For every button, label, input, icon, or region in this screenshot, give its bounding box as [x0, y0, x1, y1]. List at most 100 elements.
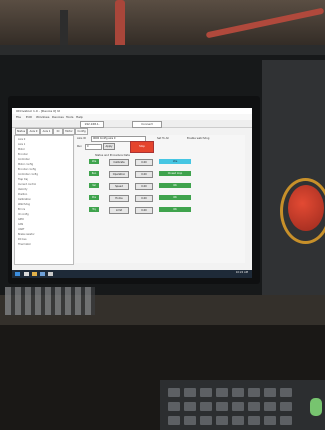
tab-status[interactable]: Status: [15, 128, 27, 135]
tree-item[interactable]: IO config: [18, 213, 29, 216]
taskbar: 10:24 AM: [12, 270, 252, 278]
app-icon[interactable]: [48, 272, 53, 276]
tree-item[interactable]: Controller config: [18, 173, 38, 176]
key[interactable]: [216, 416, 228, 425]
value-field: 0.00: [135, 159, 153, 166]
menu-help[interactable]: Help: [76, 115, 83, 119]
side-panel: [262, 60, 325, 295]
window-title: ODrivetool 1.0 - [Device 0] UI: [16, 109, 61, 113]
state-tag: Vel: [89, 183, 99, 188]
app-icon[interactable]: [40, 272, 45, 276]
menu-edit[interactable]: Edit: [26, 115, 32, 119]
tree-item[interactable]: Brake resistor: [18, 233, 35, 236]
key[interactable]: [280, 402, 292, 411]
connect-button[interactable]: Connect: [132, 121, 162, 128]
tab-io[interactable]: IO: [53, 128, 63, 135]
section-title: Status and Procedure Data: [95, 154, 130, 157]
home-button[interactable]: Home: [109, 195, 129, 202]
key[interactable]: [232, 402, 244, 411]
key[interactable]: [168, 416, 180, 425]
start-icon[interactable]: [15, 272, 20, 276]
tree-item[interactable]: DC bus: [18, 238, 27, 241]
value-field: 0.00: [135, 171, 153, 178]
tree-item[interactable]: Axis 1: [18, 143, 25, 146]
speed-button[interactable]: Speed: [109, 183, 129, 190]
key[interactable]: [216, 388, 228, 397]
cabinet-edge: [0, 45, 325, 55]
limit-button[interactable]: Limit: [109, 207, 129, 214]
tree-item[interactable]: Trap traj: [18, 178, 28, 181]
run-label: Run: [77, 145, 82, 148]
key[interactable]: [280, 388, 292, 397]
tree-item[interactable]: Errors: [18, 208, 25, 211]
tree-item[interactable]: Position: [18, 193, 27, 196]
mouse[interactable]: [310, 398, 322, 416]
settings-panel: Axis ID 0000 Config axis 0 Set To All En…: [75, 135, 245, 263]
key[interactable]: [184, 402, 196, 411]
menu-tools[interactable]: Tools: [66, 115, 73, 119]
key[interactable]: [264, 402, 276, 411]
tree-item[interactable]: Current control: [18, 183, 36, 186]
address-field[interactable]: 192.168.1.: [80, 121, 104, 128]
key[interactable]: [168, 402, 180, 411]
keyboard[interactable]: [160, 380, 325, 430]
key[interactable]: [184, 416, 196, 425]
key[interactable]: [248, 388, 260, 397]
value-field: 0.00: [135, 183, 153, 190]
status-indicator: OK: [159, 195, 191, 200]
tree-item[interactable]: Watchdog: [18, 203, 30, 206]
menu-windows[interactable]: Windows: [36, 115, 49, 119]
tab-axis0[interactable]: Axis 0: [27, 128, 40, 135]
status-indicator: Closed loop: [159, 171, 191, 176]
enable-watchdog-checkbox[interactable]: Enable watchdog: [187, 137, 209, 140]
emergency-stop-button[interactable]: [288, 185, 324, 231]
set-to-all-checkbox[interactable]: Set To All: [157, 137, 169, 140]
operation-button[interactable]: Operation: [109, 171, 129, 178]
status-indicator: OK: [159, 183, 191, 188]
tree-item[interactable]: UART: [18, 228, 24, 231]
tree-item[interactable]: Controller: [18, 158, 30, 161]
run-field[interactable]: 0: [85, 144, 102, 150]
menu-file[interactable]: File: [16, 115, 21, 119]
key[interactable]: [248, 416, 260, 425]
state-tag: Pos: [89, 195, 99, 200]
key[interactable]: [168, 388, 180, 397]
key[interactable]: [184, 388, 196, 397]
value-field: 0.00: [135, 207, 153, 214]
apply-button[interactable]: Apply: [103, 143, 115, 150]
tree-item[interactable]: Motor config: [18, 163, 33, 166]
folder-icon[interactable]: [32, 272, 37, 276]
tree-item[interactable]: GPIO: [18, 218, 24, 221]
key[interactable]: [232, 416, 244, 425]
device-tree: Axis 0 Axis 1 Motor Encoder Controller M…: [14, 135, 74, 265]
key[interactable]: [264, 416, 276, 425]
key[interactable]: [280, 416, 292, 425]
tab-config[interactable]: Config: [75, 128, 88, 135]
tree-item[interactable]: CAN: [18, 223, 23, 226]
key[interactable]: [200, 402, 212, 411]
tab-motor[interactable]: Motor: [63, 128, 75, 135]
key[interactable]: [200, 416, 212, 425]
tree-item[interactable]: Encoder: [18, 153, 28, 156]
status-indicator: OK: [159, 207, 191, 212]
key[interactable]: [216, 402, 228, 411]
stop-button[interactable]: Stop: [130, 141, 154, 153]
key[interactable]: [264, 388, 276, 397]
search-icon[interactable]: [24, 272, 29, 276]
calibrate-button[interactable]: Calibrate: [109, 159, 129, 166]
axis-id-label: Axis ID: [77, 137, 86, 140]
state-tag: Trq: [89, 207, 99, 212]
key[interactable]: [248, 402, 260, 411]
tree-item[interactable]: Encoder config: [18, 168, 36, 171]
tab-axis1[interactable]: Axis 1: [40, 128, 53, 135]
key[interactable]: [200, 388, 212, 397]
menu-devices[interactable]: Devices: [52, 115, 64, 119]
tree-item[interactable]: Axis 0: [18, 138, 25, 141]
status-indicator: Idle: [159, 159, 191, 164]
tree-item[interactable]: Motor: [18, 148, 25, 151]
tree-item[interactable]: Calibration: [18, 198, 31, 201]
tree-item[interactable]: Velocity: [18, 188, 27, 191]
tree-item[interactable]: Thermistor: [18, 243, 31, 246]
key[interactable]: [232, 388, 244, 397]
state-tag: Run: [89, 171, 99, 176]
